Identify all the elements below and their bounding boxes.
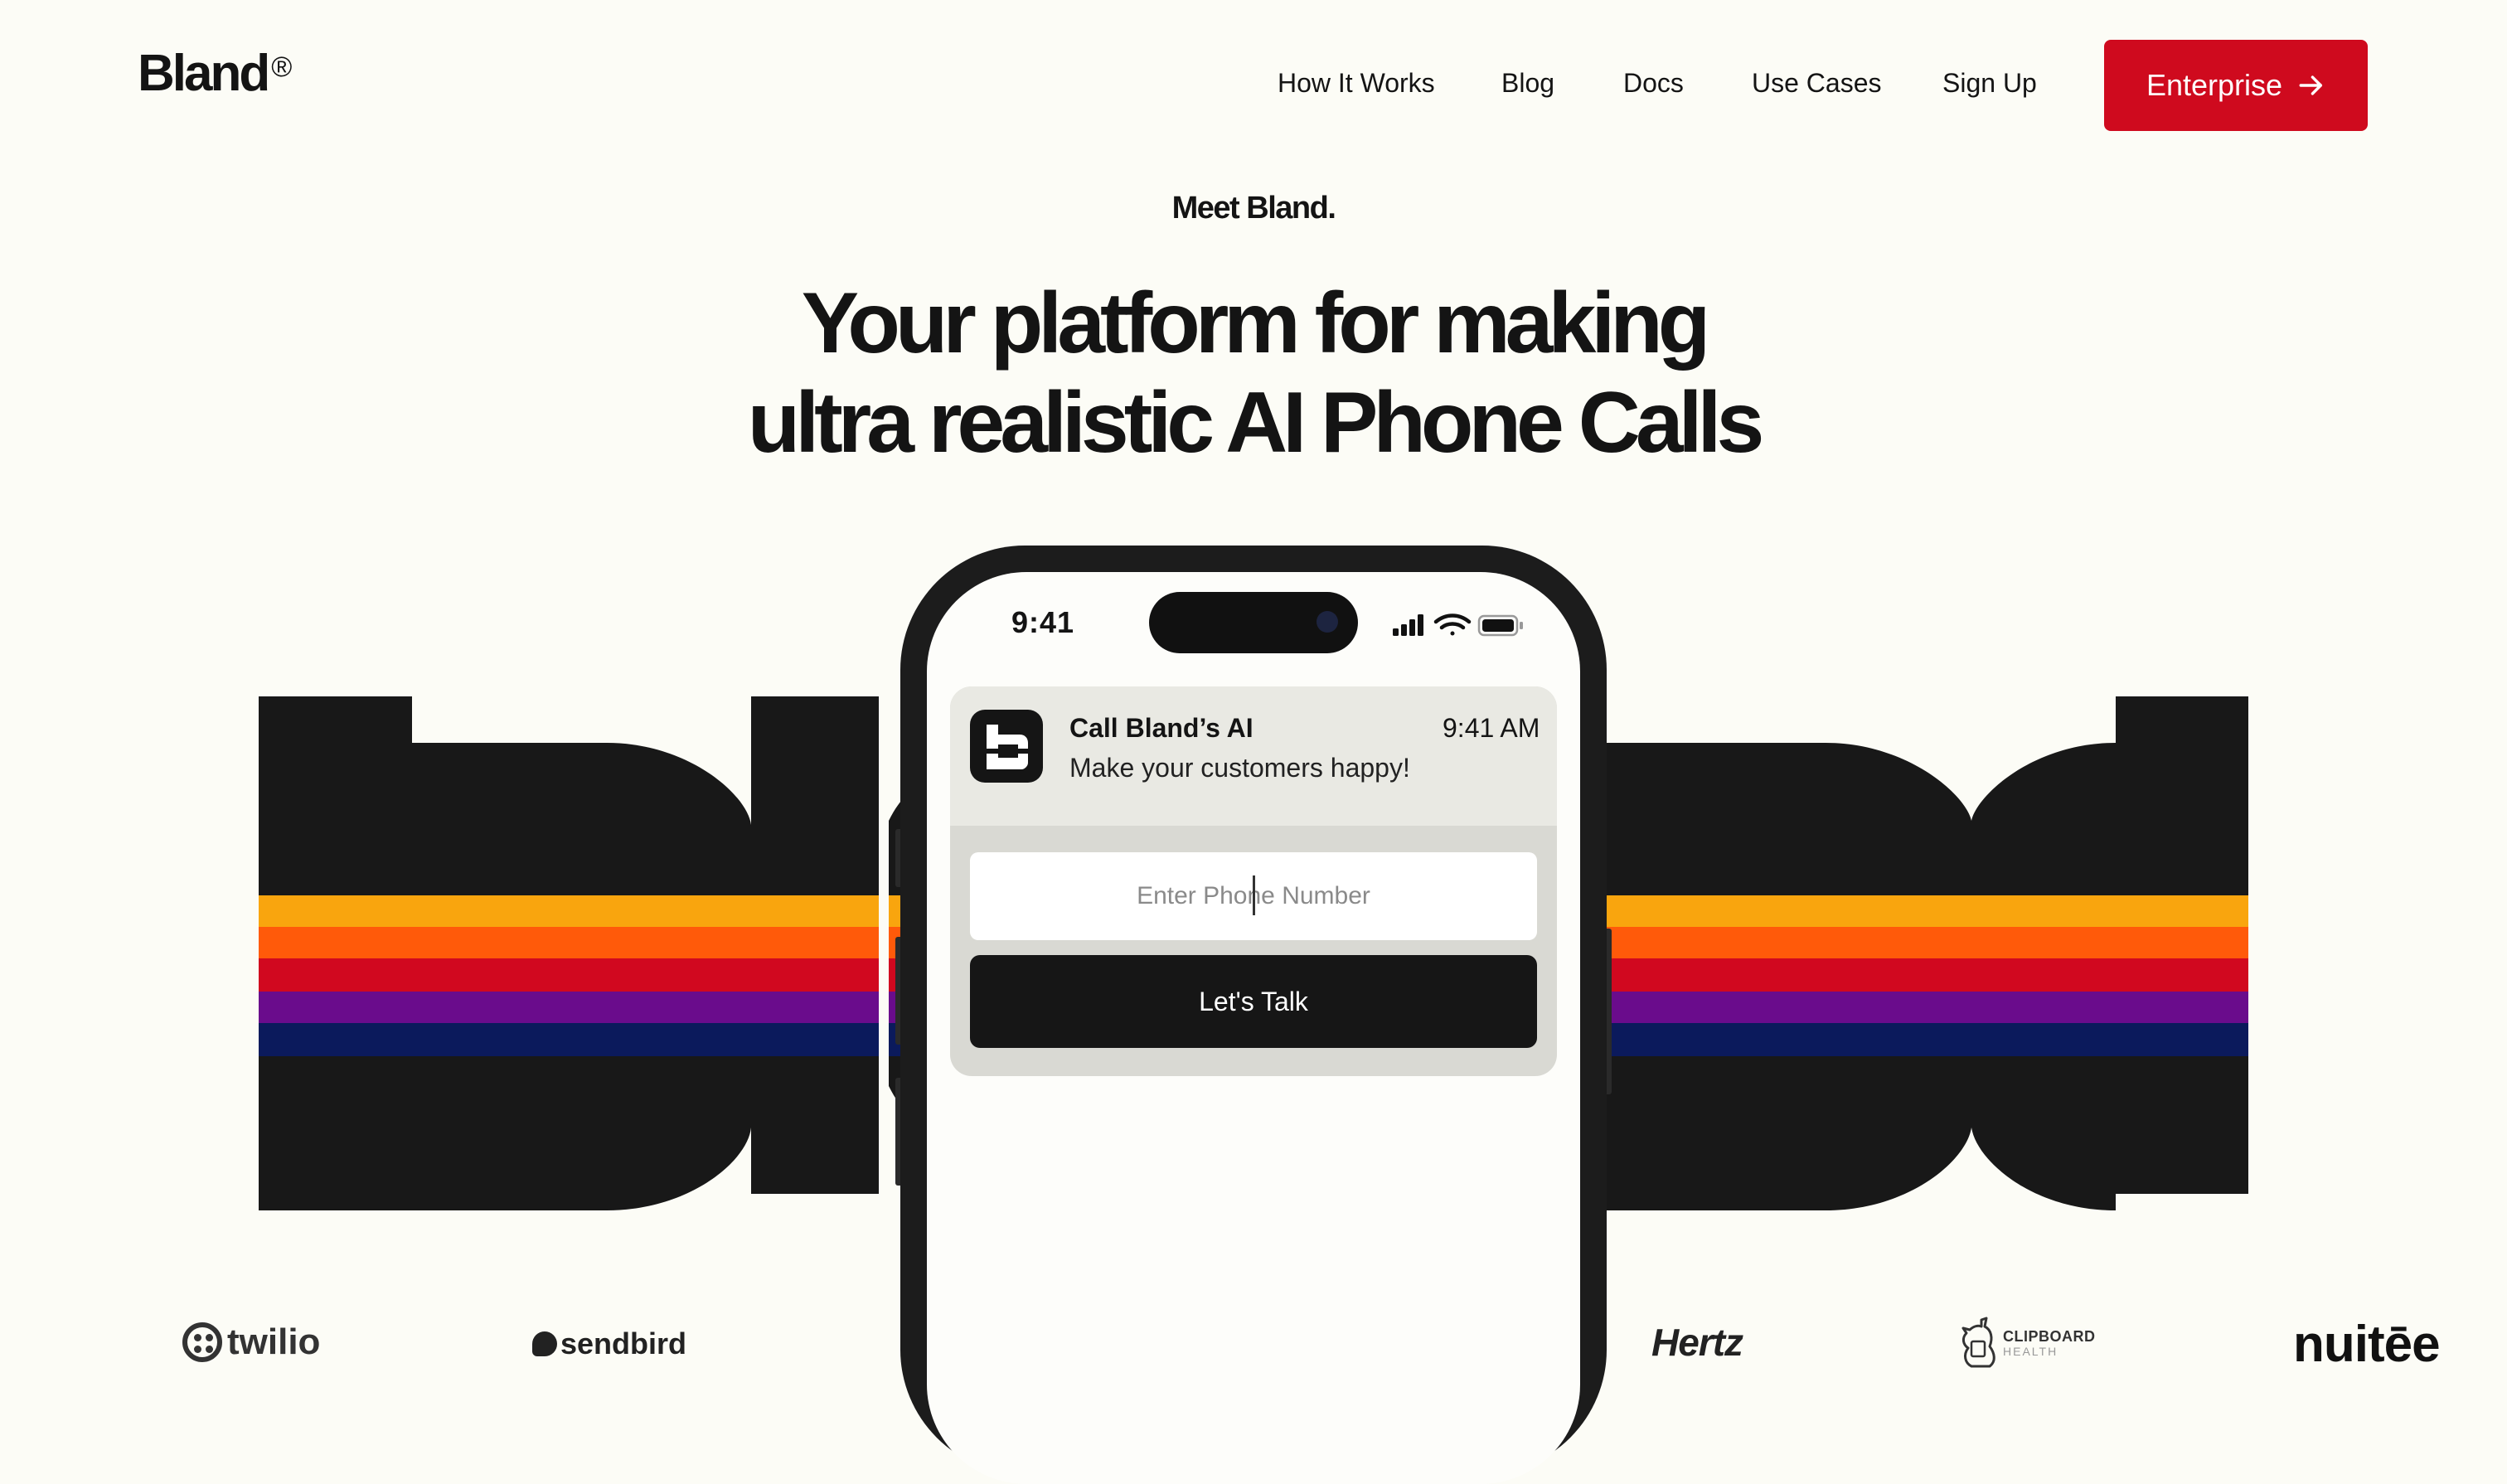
wifi-icon: [1433, 613, 1472, 636]
registered-mark: ®: [271, 51, 293, 83]
battery-icon: [1477, 614, 1523, 637]
kangaroo-icon: [1961, 1317, 1995, 1368]
enterprise-button[interactable]: Enterprise: [2104, 40, 2368, 131]
headline-line-1: Your platform for making: [801, 275, 1711, 371]
clipboard-line-1: CLIPBOARD: [2003, 1328, 2096, 1345]
notification-title: Call Bland’s AI: [1069, 713, 1254, 743]
brand-name: Bland: [138, 45, 270, 102]
clipboard-health-logo: CLIPBOARD HEALTH: [1957, 1317, 2096, 1370]
arrow-right-icon: [2299, 75, 2323, 95]
hero-headline: Your platform for making ultra realistic…: [0, 274, 2507, 473]
enterprise-label: Enterprise: [2146, 68, 2283, 102]
clipboard-line-2: HEALTH: [2003, 1345, 2058, 1358]
nav-sign-up[interactable]: Sign Up: [1942, 70, 2037, 96]
twilio-icon: [182, 1322, 222, 1362]
text-caret: [1253, 875, 1255, 915]
nav-blog[interactable]: Blog: [1501, 70, 1554, 96]
bland-app-icon: [970, 710, 1043, 783]
sendbird-icon: [532, 1331, 557, 1356]
notification-time: 9:41 AM: [1443, 713, 1540, 743]
nav-use-cases[interactable]: Use Cases: [1752, 70, 1882, 96]
hertz-logo: Hertz: [1651, 1321, 1743, 1364]
signal-icon: [1393, 614, 1423, 636]
brand-logo[interactable]: Bland ®: [138, 45, 293, 102]
nav-docs[interactable]: Docs: [1623, 70, 1684, 96]
twilio-wordmark: twilio: [227, 1322, 321, 1362]
lets-talk-button[interactable]: Let's Talk: [970, 955, 1537, 1048]
twilio-logo: twilio: [182, 1322, 320, 1363]
notification-body: Make your customers happy!: [1069, 753, 1410, 783]
status-icons: [1393, 613, 1523, 637]
status-clock: 9:41: [1011, 605, 1075, 639]
clipboard-wordmark: CLIPBOARD HEALTH: [2003, 1328, 2096, 1358]
sendbird-wordmark: sendbird: [560, 1326, 687, 1360]
sendbird-logo: sendbird: [532, 1326, 686, 1361]
nuitee-logo: nuitēe: [2293, 1316, 2441, 1373]
nav-how-it-works[interactable]: How It Works: [1278, 70, 1435, 96]
camera-icon: [1317, 611, 1338, 633]
bland-b-icon: [985, 725, 1030, 769]
hero-eyebrow: Meet Bland.: [1171, 191, 1336, 226]
headline-line-2: ultra realistic AI Phone Calls: [747, 375, 1765, 471]
